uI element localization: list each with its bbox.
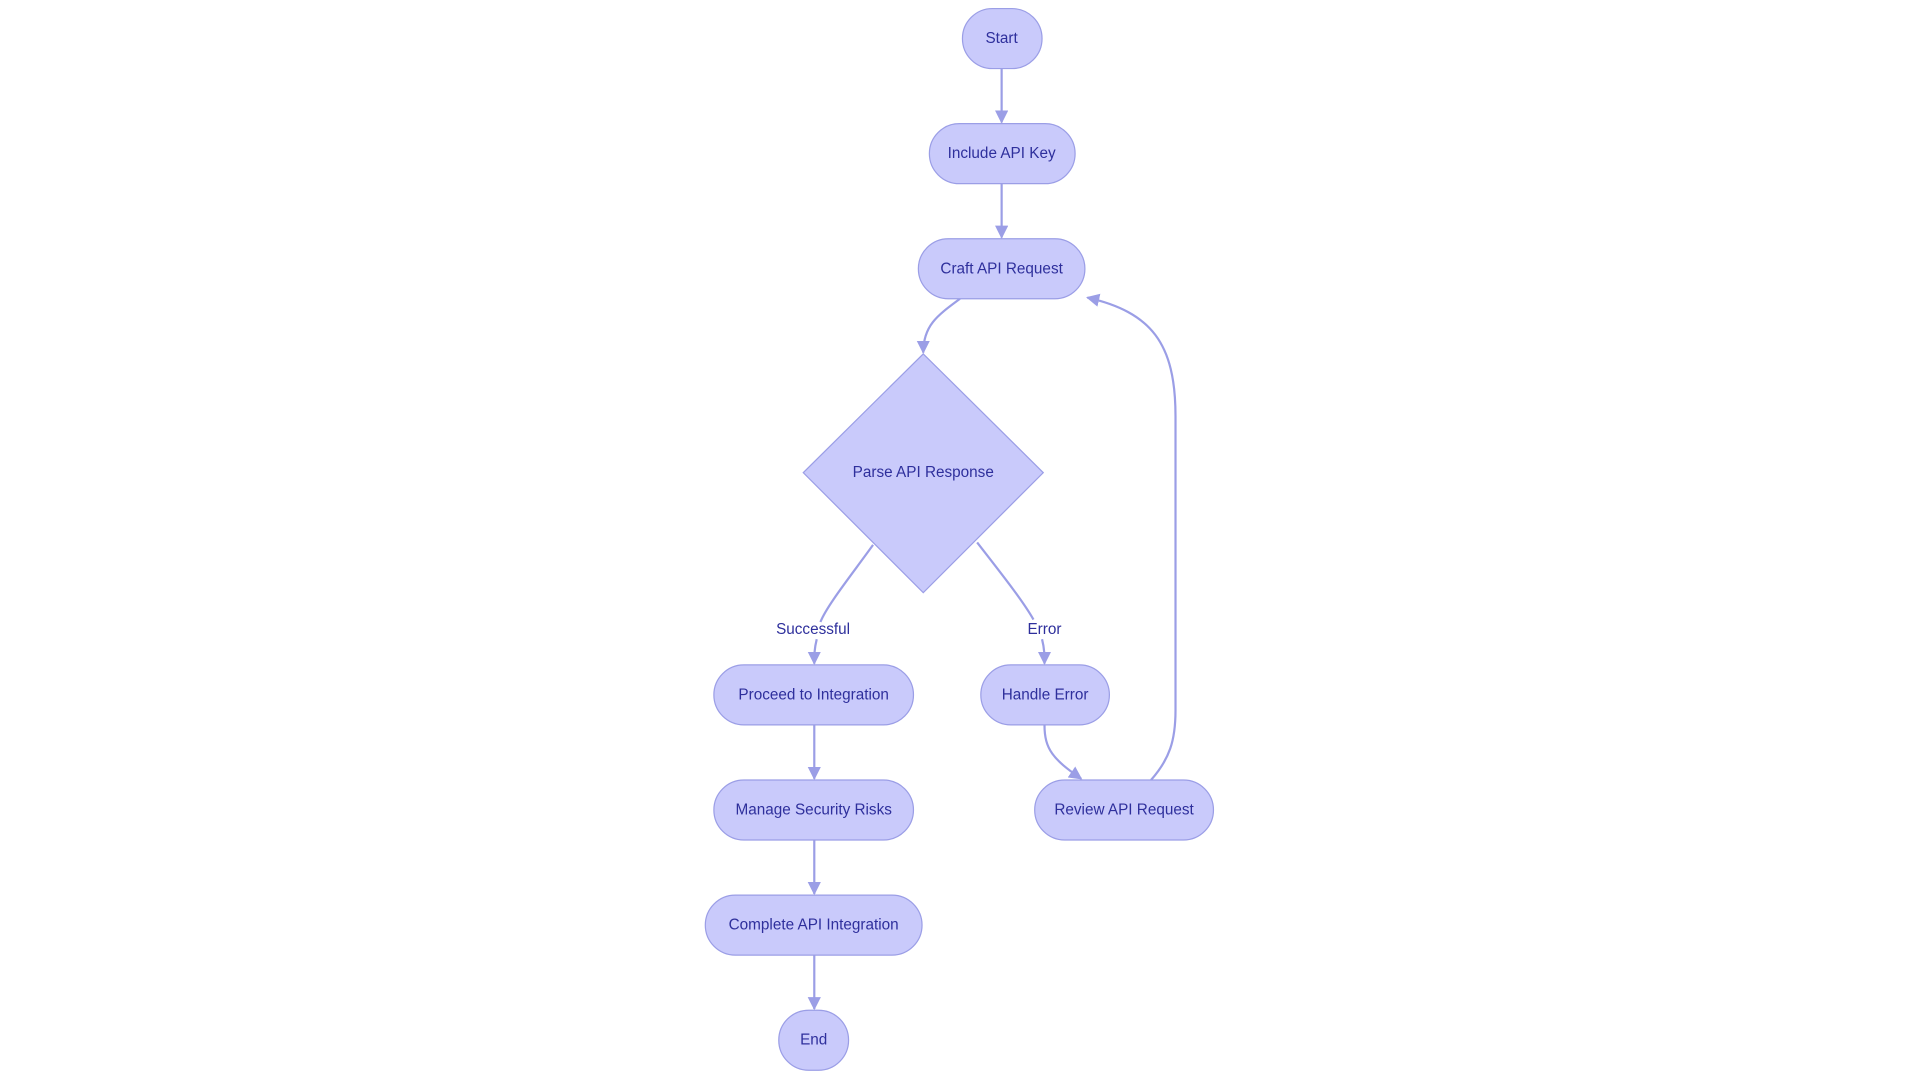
edge-parse-error <box>976 541 1044 663</box>
flowchart: Successful Error Start Include API Key C… <box>704 7 1215 1071</box>
node-include-api-key: Include API Key <box>928 123 1076 185</box>
node-review-api-request: Review API Request <box>1034 779 1215 841</box>
node-include-api-key-label: Include API Key <box>948 145 1056 162</box>
edge-error-review <box>1043 724 1083 780</box>
node-manage-risks-label: Manage Security Risks <box>735 802 892 819</box>
edge-craft-parse <box>916 297 961 354</box>
node-parse-api-response-label: Parse API Response <box>853 464 994 481</box>
node-handle-error: Handle Error <box>980 664 1110 726</box>
node-start-label: Start <box>985 30 1018 47</box>
edge-parse-proceed <box>814 544 874 664</box>
node-start: Start <box>961 7 1043 70</box>
node-review-label: Review API Request <box>1054 802 1194 819</box>
node-complete-label: Complete API Integration <box>729 917 899 934</box>
node-end-label: End <box>800 1032 827 1049</box>
node-handle-error-label: Handle Error <box>1002 686 1089 703</box>
node-proceed-to-integration: Proceed to Integration <box>713 664 915 726</box>
node-end: End <box>778 1009 850 1071</box>
edge-label-error: Error <box>1027 621 1061 638</box>
node-craft-api-request: Craft API Request <box>917 238 1086 300</box>
node-complete-api-integration: Complete API Integration <box>704 894 923 956</box>
node-manage-security-risks: Manage Security Risks <box>713 779 915 841</box>
node-proceed-label: Proceed to Integration <box>738 686 889 703</box>
edge-label-successful: Successful <box>776 621 850 638</box>
node-craft-api-request-label: Craft API Request <box>940 260 1063 277</box>
node-parse-api-response: Parse API Response <box>802 353 1045 594</box>
